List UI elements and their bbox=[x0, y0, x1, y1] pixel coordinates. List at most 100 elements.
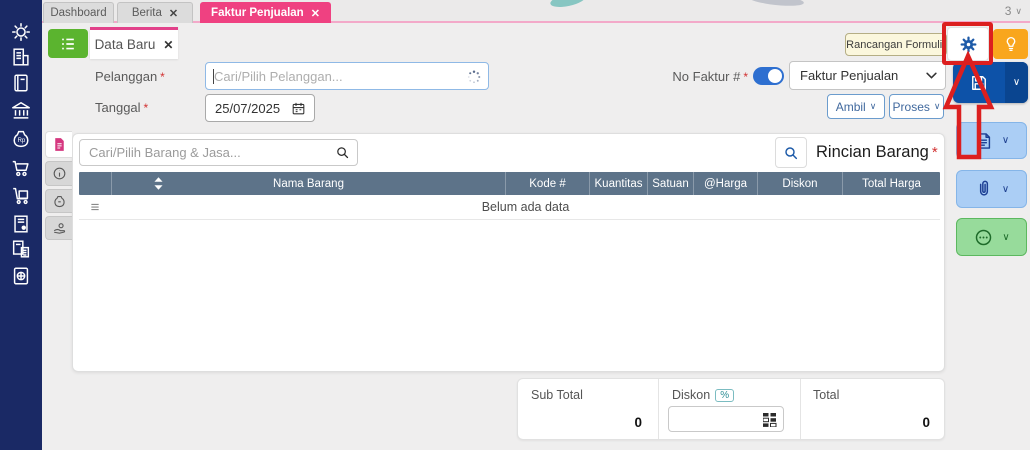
list-view-button[interactable] bbox=[48, 29, 88, 58]
info-icon bbox=[52, 166, 67, 181]
svg-text:Rp: Rp bbox=[18, 138, 26, 144]
browser-tab-bar: Dashboard Berita ✕ Faktur Penjualan ✕ 3 … bbox=[42, 0, 1030, 23]
sales-money-bag-icon[interactable]: Rp bbox=[10, 128, 32, 150]
save-button[interactable]: ∨ bbox=[953, 62, 1028, 103]
chevron-down-icon: ∨ bbox=[934, 101, 941, 112]
sub-total-label: Sub Total bbox=[531, 388, 583, 402]
summary-card: Sub Total 0 Diskon% Total 0 bbox=[517, 378, 945, 440]
column-harga[interactable]: @Harga bbox=[693, 172, 757, 195]
column-diskon[interactable]: Diskon bbox=[757, 172, 842, 195]
pelanggan-search-field[interactable] bbox=[205, 62, 489, 90]
ambil-button[interactable]: Ambil ∨ bbox=[827, 94, 885, 119]
search-icon bbox=[783, 145, 799, 161]
rincian-search-button[interactable] bbox=[775, 137, 807, 168]
close-icon[interactable]: ✕ bbox=[163, 38, 173, 52]
calculator-grid-icon[interactable] bbox=[763, 413, 777, 427]
no-faktur-label: No Faktur #* bbox=[650, 69, 748, 84]
chevron-down-icon: ∨ bbox=[1015, 6, 1022, 17]
reports-ledger-icon[interactable] bbox=[10, 265, 32, 287]
diskon-field[interactable] bbox=[668, 406, 784, 432]
mini-tab-payment[interactable] bbox=[45, 216, 72, 240]
drag-handle-icon[interactable]: ≡ bbox=[79, 200, 111, 215]
assets-building-icon[interactable] bbox=[10, 213, 32, 235]
invoice-document-icon bbox=[51, 136, 68, 153]
print-document-button[interactable]: ∨ bbox=[956, 122, 1027, 159]
attachment-button[interactable]: ∨ bbox=[956, 170, 1027, 208]
more-options-button[interactable]: ∨ bbox=[956, 218, 1027, 256]
tab-dashboard[interactable]: Dashboard bbox=[43, 2, 114, 23]
save-main[interactable] bbox=[953, 73, 1005, 93]
column-kode[interactable]: Kode # bbox=[505, 172, 589, 195]
main-sidebar: Rp bbox=[0, 0, 42, 450]
items-table-header: Nama Barang Kode # Kuantitas Satuan @Har… bbox=[79, 172, 940, 195]
required-mark: * bbox=[743, 70, 748, 84]
window-count-dropdown[interactable]: 3 ∨ bbox=[1005, 4, 1022, 18]
diskon-label: Diskon% bbox=[672, 388, 734, 402]
chevron-down-icon bbox=[926, 72, 937, 79]
column-total-harga[interactable]: Total Harga bbox=[842, 172, 940, 195]
count-label: 3 bbox=[1005, 4, 1012, 18]
column-label: Satuan bbox=[652, 178, 688, 190]
app-window: Rp bbox=[0, 0, 1030, 450]
tanggal-date-field[interactable]: 25/07/2025 bbox=[205, 94, 315, 122]
tab-label: Dashboard bbox=[50, 7, 106, 19]
diskon-section: Diskon% bbox=[659, 379, 801, 439]
table-empty-row: ≡ Belum ada data bbox=[79, 195, 940, 220]
settings-icon[interactable] bbox=[10, 21, 32, 43]
settings-gear-button[interactable] bbox=[947, 27, 989, 61]
column-drag-handle bbox=[79, 172, 111, 195]
chevron-down-icon: ∨ bbox=[1002, 184, 1009, 195]
column-label: Diskon bbox=[782, 178, 817, 190]
proses-button[interactable]: Proses ∨ bbox=[889, 94, 944, 119]
tab-data-baru[interactable]: Data Baru ✕ bbox=[90, 27, 178, 59]
column-nama-barang[interactable]: Nama Barang bbox=[111, 172, 505, 195]
date-value: 25/07/2025 bbox=[206, 101, 291, 116]
required-mark: * bbox=[144, 101, 149, 115]
save-dropdown[interactable]: ∨ bbox=[1005, 62, 1028, 103]
tanggal-label: Tanggal* bbox=[95, 100, 148, 115]
total-section: Total 0 bbox=[801, 379, 944, 439]
tab-berita[interactable]: Berita ✕ bbox=[117, 2, 193, 23]
journal-book-icon[interactable] bbox=[10, 72, 32, 94]
sub-total-section: Sub Total 0 bbox=[518, 379, 659, 439]
column-kuantitas[interactable]: Kuantitas bbox=[589, 172, 647, 195]
sub-total-value: 0 bbox=[634, 415, 642, 430]
button-label: Proses bbox=[893, 100, 930, 114]
bank-icon[interactable] bbox=[10, 100, 32, 122]
close-icon[interactable]: ✕ bbox=[169, 7, 178, 20]
rincian-barang-card: Rincian Barang* Nama Barang Kode # Kuant… bbox=[72, 133, 945, 372]
paperclip-icon bbox=[974, 179, 994, 199]
rancangan-formulir-button[interactable]: Rancangan Formulir bbox=[845, 33, 947, 56]
barang-search-input[interactable] bbox=[89, 141, 324, 164]
mini-tab-info[interactable] bbox=[45, 161, 72, 186]
button-label: Rancangan Formulir bbox=[846, 39, 946, 51]
tab-label: Faktur Penjualan bbox=[211, 7, 304, 19]
gear-icon bbox=[958, 34, 979, 55]
diskon-input[interactable] bbox=[675, 408, 757, 430]
required-mark: * bbox=[932, 144, 938, 161]
chevron-down-icon: ∨ bbox=[1013, 77, 1020, 88]
button-label: Ambil bbox=[836, 100, 866, 114]
empty-state-text: Belum ada data bbox=[111, 200, 940, 214]
idea-lamp-button[interactable] bbox=[993, 29, 1028, 59]
mini-tab-invoice-detail[interactable] bbox=[45, 131, 72, 158]
column-label: Nama Barang bbox=[273, 178, 344, 190]
tab-faktur-penjualan[interactable]: Faktur Penjualan ✕ bbox=[200, 2, 331, 23]
barang-search-field[interactable] bbox=[79, 139, 358, 166]
faktur-type-select[interactable]: Faktur Penjualan bbox=[789, 61, 946, 90]
company-icon[interactable] bbox=[10, 46, 32, 68]
no-faktur-toggle[interactable] bbox=[753, 67, 784, 85]
pelanggan-input[interactable] bbox=[214, 64, 454, 88]
mini-tab-costs[interactable] bbox=[45, 189, 72, 213]
tab-label: Berita bbox=[132, 7, 162, 19]
pelanggan-label: Pelanggan* bbox=[95, 69, 165, 84]
list-icon bbox=[58, 34, 78, 54]
column-satuan[interactable]: Satuan bbox=[647, 172, 693, 195]
inventory-trolley-icon[interactable] bbox=[10, 185, 32, 207]
sort-icon[interactable] bbox=[154, 177, 163, 190]
close-icon[interactable]: ✕ bbox=[311, 7, 320, 20]
tax-calculator-icon[interactable] bbox=[10, 238, 32, 260]
lamp-icon bbox=[1002, 35, 1020, 53]
purchase-cart-icon[interactable] bbox=[10, 157, 32, 179]
percent-badge[interactable]: % bbox=[715, 389, 734, 402]
